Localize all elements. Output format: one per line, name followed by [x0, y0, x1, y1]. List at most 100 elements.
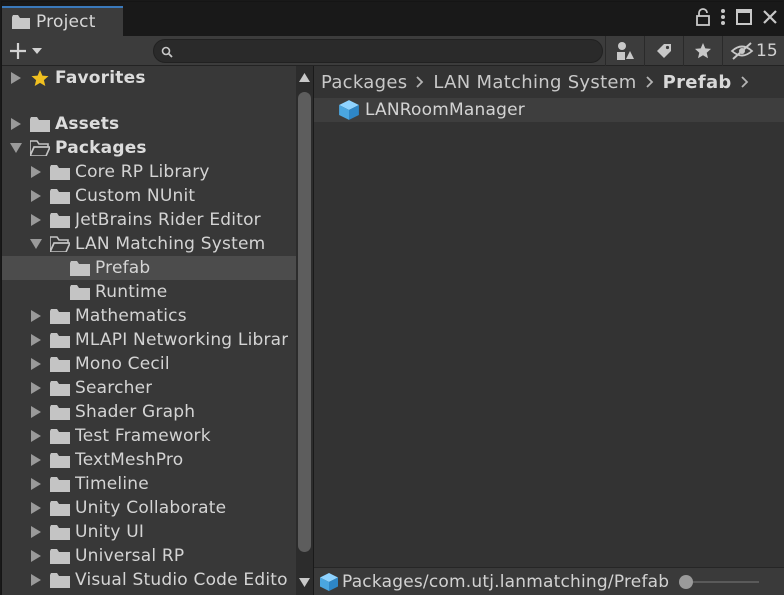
- collapsed-arrow-icon[interactable]: [30, 406, 42, 418]
- collapsed-arrow-icon[interactable]: [30, 214, 42, 226]
- folder-icon: [70, 284, 95, 300]
- tree-item-unity-ui[interactable]: Unity UI: [2, 520, 296, 544]
- folder-icon: [30, 116, 55, 132]
- tab-project[interactable]: Project: [2, 6, 123, 36]
- expanded-arrow-icon[interactable]: [30, 238, 42, 250]
- folder-icon: [50, 572, 75, 588]
- folder-icon: [50, 308, 75, 324]
- collapsed-arrow-icon[interactable]: [30, 526, 42, 538]
- tree-item-label: Shader Graph: [75, 402, 196, 422]
- tree-item-favorites[interactable]: Favorites: [2, 66, 296, 90]
- tree-item-custom-nunit[interactable]: Custom NUnit: [2, 184, 296, 208]
- tree-item-searcher[interactable]: Searcher: [2, 376, 296, 400]
- tree-item-core-rp-library[interactable]: Core RP Library: [2, 160, 296, 184]
- tree-item-visual-studio-code-edito[interactable]: Visual Studio Code Edito: [2, 568, 296, 592]
- collapsed-arrow-icon[interactable]: [30, 310, 42, 322]
- collapsed-arrow-icon[interactable]: [10, 118, 22, 130]
- tree-item-label: Packages: [55, 138, 147, 158]
- tree-item-label: Timeline: [75, 474, 149, 494]
- favorite-search-button[interactable]: [684, 36, 722, 66]
- tree-item-runtime[interactable]: Runtime: [2, 280, 296, 304]
- collapsed-arrow-icon[interactable]: [10, 72, 22, 84]
- tree-item-label: Custom NUnit: [75, 186, 196, 206]
- tree-item-label: TextMeshPro: [75, 450, 184, 470]
- tree-item-label: Core RP Library: [75, 162, 210, 182]
- maximize-icon[interactable]: [736, 9, 752, 25]
- kebab-menu-icon[interactable]: [720, 8, 726, 26]
- collapsed-arrow-icon[interactable]: [30, 382, 42, 394]
- star-icon: [695, 43, 711, 59]
- tree-item-timeline[interactable]: Timeline: [2, 472, 296, 496]
- collapsed-arrow-icon[interactable]: [30, 430, 42, 442]
- tree-item-prefab[interactable]: Prefab: [2, 256, 296, 280]
- tree-item-jetbrains-rider-editor[interactable]: JetBrains Rider Editor: [2, 208, 296, 232]
- tree-scrollbar[interactable]: [296, 66, 313, 595]
- tree-item-label: Prefab: [95, 258, 151, 278]
- search-by-type-button[interactable]: [606, 36, 644, 66]
- collapsed-arrow-icon[interactable]: [30, 478, 42, 490]
- folder-icon: [50, 356, 75, 372]
- scroll-up-arrow-icon[interactable]: [299, 73, 310, 82]
- folder-icon: [50, 404, 75, 420]
- zoom-track[interactable]: [685, 581, 759, 583]
- star-icon: [30, 70, 55, 86]
- lock-icon[interactable]: [696, 8, 710, 26]
- zoom-slider[interactable]: [679, 574, 759, 590]
- folder-icon: [50, 500, 75, 516]
- search-by-label-button[interactable]: [645, 36, 683, 66]
- search-input[interactable]: [153, 39, 603, 63]
- collapsed-arrow-icon[interactable]: [30, 334, 42, 346]
- collapsed-arrow-icon[interactable]: [30, 574, 42, 586]
- collapsed-arrow-icon[interactable]: [30, 454, 42, 466]
- collapsed-arrow-icon[interactable]: [30, 190, 42, 202]
- scroll-down-arrow-icon[interactable]: [299, 578, 310, 587]
- expanded-arrow-icon[interactable]: [10, 142, 22, 154]
- hidden-packages-count: 15: [756, 41, 778, 61]
- tree-item-lan-matching-system[interactable]: LAN Matching System: [2, 232, 296, 256]
- tree-item-mono-cecil[interactable]: Mono Cecil: [2, 352, 296, 376]
- asset-item[interactable]: LANRoomManager: [314, 98, 784, 122]
- scrollbar-thumb[interactable]: [298, 92, 311, 552]
- tree-item-test-framework[interactable]: Test Framework: [2, 424, 296, 448]
- tree-item-mlapi-networking-librar[interactable]: MLAPI Networking Librar: [2, 328, 296, 352]
- chevron-down-icon: [32, 48, 42, 54]
- folder-icon: [50, 212, 75, 228]
- hidden-packages-toggle[interactable]: 15: [730, 36, 778, 66]
- create-button[interactable]: [8, 39, 52, 63]
- collapsed-arrow-icon[interactable]: [30, 502, 42, 514]
- tree-item-label: Mono Cecil: [75, 354, 170, 374]
- folder-icon: [50, 548, 75, 564]
- folder-tree: Favorites Assets Packages Core RP Library Cu…: [2, 66, 296, 595]
- tab-bar: Project: [2, 2, 784, 36]
- tree-item-mathematics[interactable]: Mathematics: [2, 304, 296, 328]
- tree-item-unity-collaborate[interactable]: Unity Collaborate: [2, 496, 296, 520]
- folder-icon: [12, 15, 30, 29]
- tree-item-label: Visual Studio Code Edito: [75, 570, 288, 590]
- tree-item-assets[interactable]: Assets: [2, 112, 296, 136]
- collapsed-arrow-icon[interactable]: [30, 550, 42, 562]
- tree-item-label: MLAPI Networking Librar: [75, 330, 289, 350]
- folder-icon: [50, 188, 75, 204]
- tree-item-label: Searcher: [75, 378, 153, 398]
- breadcrumb-item[interactable]: Prefab: [663, 72, 732, 93]
- breadcrumb-item[interactable]: LAN Matching System: [433, 72, 636, 93]
- tree-item-shader-graph[interactable]: Shader Graph: [2, 400, 296, 424]
- tree-item-label: Runtime: [95, 282, 168, 302]
- zoom-handle[interactable]: [679, 575, 693, 589]
- chevron-right-icon[interactable]: [740, 76, 749, 88]
- prefab-cube-icon: [339, 100, 359, 120]
- tree-item-textmeshpro[interactable]: TextMeshPro: [2, 448, 296, 472]
- folder-icon: [50, 428, 75, 444]
- folder-icon: [50, 476, 75, 492]
- asset-label: LANRoomManager: [365, 100, 525, 120]
- collapsed-arrow-icon[interactable]: [30, 166, 42, 178]
- tree-item-packages[interactable]: Packages: [2, 136, 296, 160]
- eye-slash-icon: [730, 42, 754, 60]
- close-icon[interactable]: [762, 9, 778, 25]
- collapsed-arrow-icon[interactable]: [30, 358, 42, 370]
- breadcrumb-item[interactable]: Packages: [321, 72, 407, 93]
- tree-item-universal-rp[interactable]: Universal RP: [2, 544, 296, 568]
- search-icon: [161, 46, 173, 58]
- tab-label: Project: [36, 12, 96, 32]
